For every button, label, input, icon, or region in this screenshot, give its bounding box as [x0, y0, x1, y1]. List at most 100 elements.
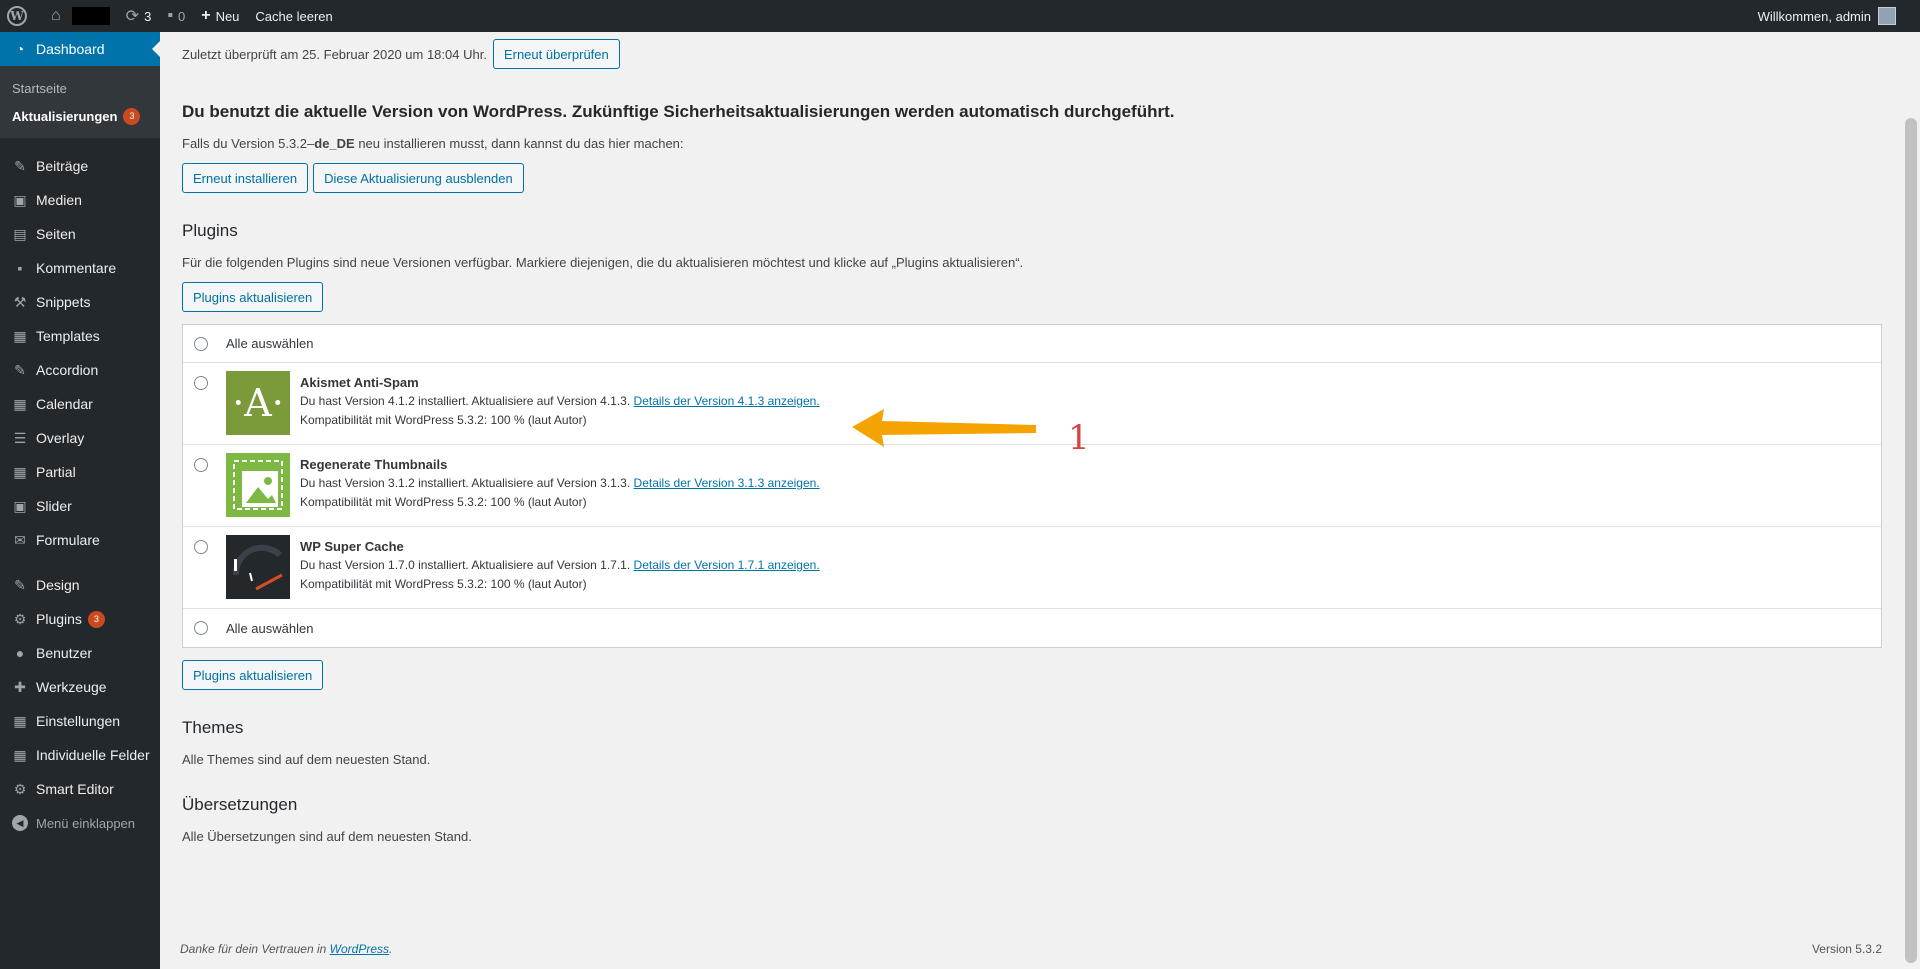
- wp-super-cache-logo-icon: [226, 535, 290, 599]
- updates-menu[interactable]: ⟳ 3: [118, 0, 160, 32]
- wp-logo-menu[interactable]: W: [0, 0, 35, 32]
- menu-item-label: Plugins: [36, 611, 82, 627]
- menu-overlay[interactable]: ☰ Overlay: [0, 421, 160, 455]
- calendar-icon: ▦: [13, 395, 27, 412]
- menu-design[interactable]: ✎ Design: [0, 568, 160, 602]
- translations-heading: Übersetzungen: [182, 795, 298, 814]
- wordpress-link[interactable]: WordPress: [330, 942, 389, 956]
- footer-thanks: Danke für dein Vertrauen in WordPress.: [180, 942, 392, 956]
- mail-icon: ✉: [14, 531, 26, 548]
- translations-status: Alle Übersetzungen sind auf dem neuesten…: [182, 829, 472, 844]
- menu-item-label: Individuelle Felder: [36, 747, 150, 763]
- reinstall-text: Falls du Version 5.3.2–de_DE neu install…: [182, 136, 1882, 151]
- avatar: [1878, 7, 1896, 25]
- hide-update-button[interactable]: Diese Aktualisierung ausblenden: [313, 163, 524, 193]
- refresh-icon: ⟳: [125, 8, 140, 25]
- new-content-menu[interactable]: + Neu: [193, 0, 247, 32]
- wordpress-logo-icon: W: [7, 6, 27, 26]
- menu-einstellungen[interactable]: ▦ Einstellungen: [0, 704, 160, 738]
- hammer-icon: ⚒: [13, 293, 27, 310]
- plugin-row-regenerate-thumbnails: Regenerate Thumbnails Du hast Version 3.…: [183, 445, 1881, 527]
- plugins-badge: 3: [87, 610, 105, 628]
- menu-individuelle-felder[interactable]: ▦ Individuelle Felder: [0, 738, 160, 772]
- scrollbar-thumb[interactable]: [1905, 118, 1917, 963]
- submenu-startseite[interactable]: Startseite: [0, 74, 160, 102]
- menu-item-label: Accordion: [36, 362, 99, 378]
- menu-kommentare[interactable]: ▪ Kommentare: [0, 251, 160, 285]
- menu-seiten[interactable]: ▤ Seiten: [0, 217, 160, 251]
- plugin-checkbox-regenerate-thumbnails[interactable]: [194, 458, 208, 472]
- menu-item-label: Benutzer: [36, 645, 93, 661]
- menu-accordion[interactable]: ✎ Accordion: [0, 353, 160, 387]
- plugin-details-link[interactable]: Details der Version 1.7.1 anzeigen.: [634, 558, 820, 572]
- new-label: Neu: [215, 8, 240, 24]
- clear-cache-menu[interactable]: Cache leeren: [247, 0, 340, 32]
- menu-item-label: Partial: [36, 464, 76, 480]
- dashboard-gauge-icon: ◔: [15, 41, 25, 57]
- plugin-name: Akismet Anti-Spam: [300, 375, 419, 390]
- last-checked-row: Zuletzt überprüft am 25. Februar 2020 um…: [182, 32, 1882, 76]
- gallery-icon: ▣: [13, 497, 27, 514]
- select-all-row-top: Alle auswählen: [183, 325, 1881, 363]
- update-plugins-button-bottom[interactable]: Plugins aktualisieren: [182, 660, 324, 690]
- account-menu[interactable]: Willkommen, admin: [1750, 0, 1920, 32]
- menu-werkzeuge[interactable]: ✚ Werkzeuge: [0, 670, 160, 704]
- menu-item-label: Templates: [36, 328, 100, 344]
- plugin-compat: Kompatibilität mit WordPress 5.3.2: 100 …: [300, 413, 587, 427]
- reinstall-button[interactable]: Erneut installieren: [182, 163, 309, 193]
- comments-count: 0: [177, 8, 186, 24]
- collapse-menu-label: Menü einklappen: [36, 815, 136, 831]
- plugin-name: Regenerate Thumbnails: [300, 457, 448, 472]
- menu-partial[interactable]: ▦ Partial: [0, 455, 160, 489]
- plugin-checkbox-wp-super-cache[interactable]: [194, 540, 208, 554]
- wrench-icon: ✚: [14, 678, 26, 695]
- menu-item-label: Snippets: [36, 294, 91, 310]
- comments-menu[interactable]: ▪ 0: [159, 0, 193, 32]
- check-again-button[interactable]: Erneut überprüfen: [492, 39, 620, 69]
- pin-icon: ✎: [14, 361, 26, 378]
- welcome-text: Willkommen, admin: [1757, 8, 1871, 24]
- menu-templates[interactable]: ▦ Templates: [0, 319, 160, 353]
- list-icon: ☰: [13, 429, 27, 446]
- table-icon: ▦: [13, 746, 27, 763]
- plugins-heading: Plugins: [182, 221, 238, 240]
- collapse-menu-button[interactable]: ◀ Menü einklappen: [0, 806, 160, 840]
- menu-formulare[interactable]: ✉ Formulare: [0, 523, 160, 557]
- plugin-details-link[interactable]: Details der Version 4.1.3 anzeigen.: [634, 394, 820, 408]
- select-all-label-bottom[interactable]: Alle auswählen: [226, 621, 313, 636]
- menu-calendar[interactable]: ▦ Calendar: [0, 387, 160, 421]
- select-all-checkbox-bottom[interactable]: [194, 621, 208, 635]
- update-plugins-button-top[interactable]: Plugins aktualisieren: [182, 282, 324, 312]
- menu-item-label: Overlay: [36, 430, 85, 446]
- menu-benutzer[interactable]: ● Benutzer: [0, 636, 160, 670]
- menu-snippets[interactable]: ⚒ Snippets: [0, 285, 160, 319]
- menu-beiträge[interactable]: ✎ Beiträge: [0, 149, 160, 183]
- menu-plugins[interactable]: ⚙ Plugins 3: [0, 602, 160, 636]
- plugin-icon: ⚙: [13, 610, 27, 627]
- select-all-checkbox-top[interactable]: [194, 336, 208, 351]
- plugin-details-link[interactable]: Details der Version 3.1.3 anzeigen.: [634, 476, 820, 490]
- home-icon: ⌂: [51, 7, 61, 24]
- menu-smart-editor[interactable]: ⚙ Smart Editor: [0, 772, 160, 806]
- submenu-updates-label: Aktualisierungen: [12, 108, 118, 124]
- reinstall-prefix: Falls du Version 5.3.2–: [182, 136, 315, 151]
- media-icon: ▣: [13, 191, 27, 208]
- menu-item-label: Medien: [36, 192, 82, 208]
- select-all-label-top[interactable]: Alle auswählen: [226, 336, 313, 351]
- menu-dashboard[interactable]: ◔ Dashboard: [0, 32, 160, 66]
- menu-item-label: Smart Editor: [36, 781, 114, 797]
- redacted-site-name: [71, 7, 110, 25]
- submenu-updates[interactable]: Aktualisierungen 3: [0, 102, 160, 130]
- menu-slider[interactable]: ▣ Slider: [0, 489, 160, 523]
- plugin-checkbox-akismet[interactable]: [194, 376, 208, 390]
- reinstall-locale: de_DE: [314, 136, 355, 151]
- menu-item-label: Beiträge: [36, 158, 89, 174]
- collapse-arrow-icon: ◀: [12, 815, 28, 831]
- admin-sidebar: ◔ Dashboard Startseite Aktualisierungen …: [0, 32, 160, 969]
- admin-bar: W ⌂ ⟳ 3 ▪ 0 + Neu Cache leeren Willkomme…: [0, 0, 1920, 32]
- site-name-menu[interactable]: ⌂: [35, 0, 118, 32]
- page-scrollbar[interactable]: [1902, 32, 1920, 969]
- updates-badge: 3: [123, 107, 141, 125]
- page-icon: ▤: [13, 225, 27, 242]
- menu-medien[interactable]: ▣ Medien: [0, 183, 160, 217]
